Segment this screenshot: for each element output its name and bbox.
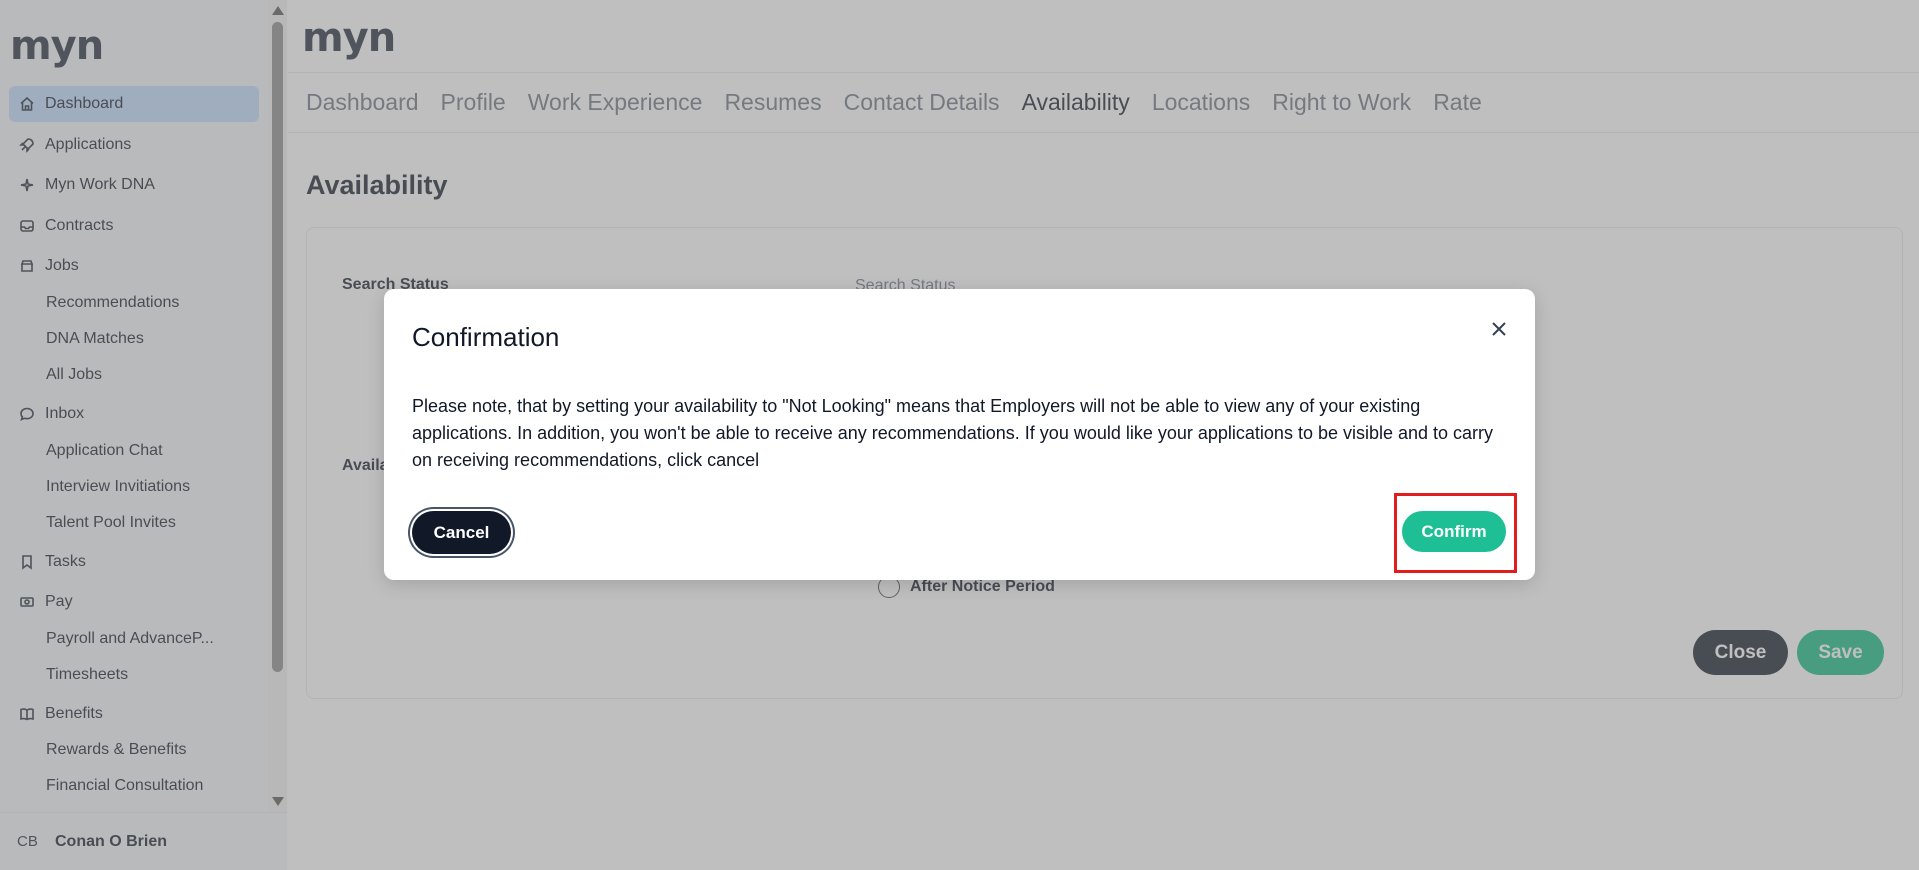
confirmation-modal: Confirmation Please note, that by settin… — [384, 289, 1535, 580]
modal-body-text: Please note, that by setting your availa… — [412, 396, 1494, 470]
modal-title: Confirmation — [412, 322, 560, 352]
close-icon[interactable] — [1489, 319, 1509, 339]
confirm-highlight-box — [1394, 493, 1517, 573]
cancel-button[interactable]: Cancel — [412, 511, 511, 554]
